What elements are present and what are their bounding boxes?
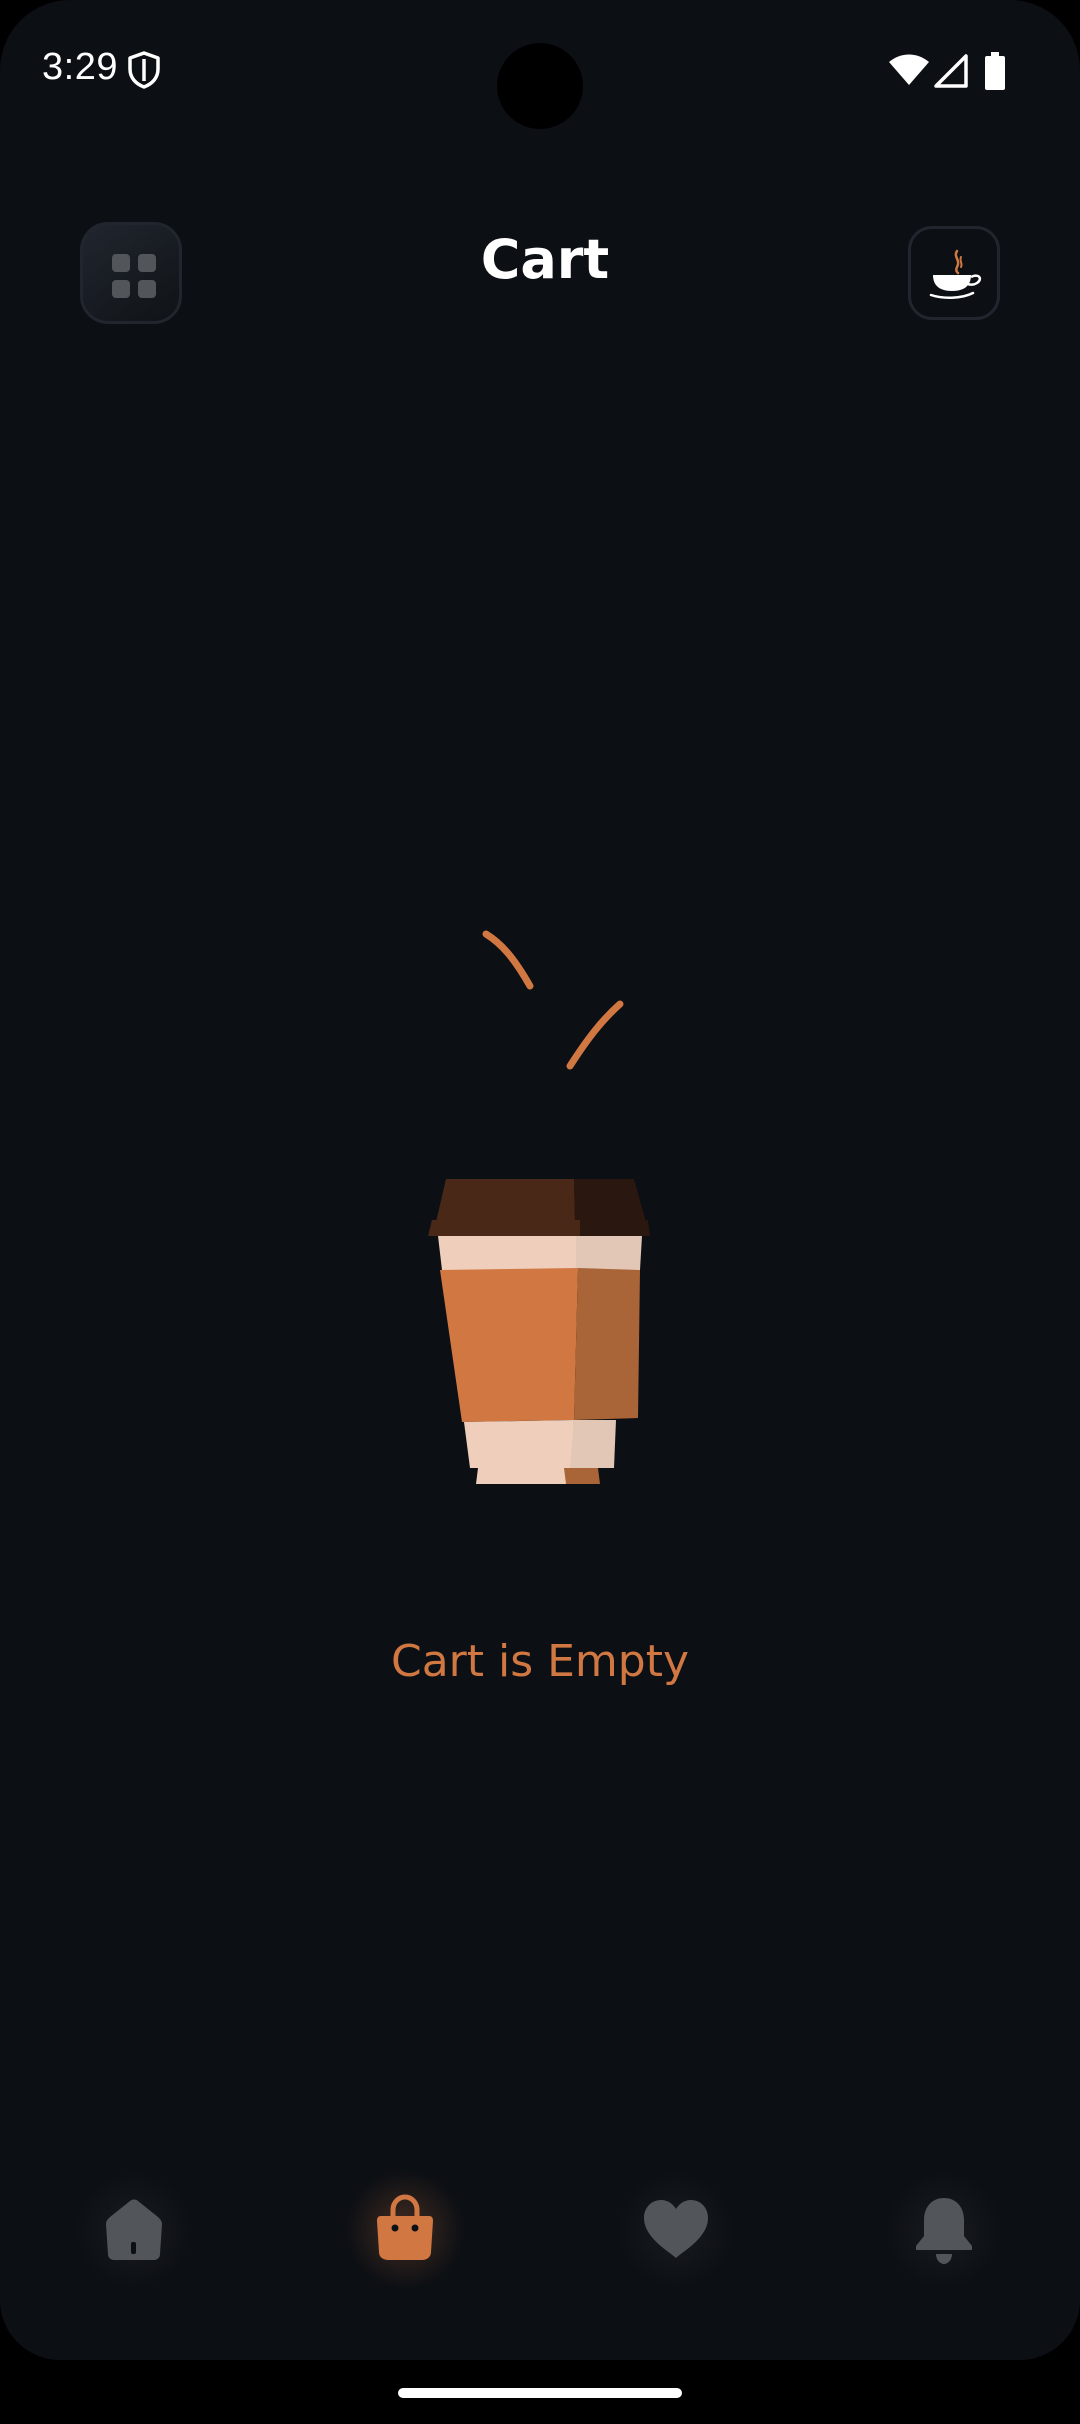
battery-icon <box>985 52 1005 90</box>
nav-favorites[interactable] <box>596 2150 756 2350</box>
camera-cutout <box>497 43 583 129</box>
coffee-cup-illustration <box>428 930 650 1484</box>
shield-icon <box>128 51 160 89</box>
status-time: 3:29 <box>42 46 118 88</box>
home-icon <box>106 2199 162 2260</box>
home-indicator[interactable] <box>398 2388 682 2398</box>
signal-icon <box>934 54 968 88</box>
cart-screen: 3:29 Cart Cart is Empty <box>0 0 1080 2360</box>
bell-icon <box>916 2198 972 2264</box>
bottom-navigation <box>0 2150 1080 2360</box>
status-bar: 3:29 <box>0 0 1080 140</box>
wifi-icon <box>889 54 929 85</box>
nav-notifications[interactable] <box>864 2150 1024 2350</box>
shopping-bag-icon <box>377 2194 433 2260</box>
empty-cart-message: Cart is Empty <box>390 1636 690 1687</box>
nav-home[interactable] <box>54 2150 214 2350</box>
coffee-cup-logo-icon <box>929 249 982 299</box>
heart-icon <box>644 2200 708 2258</box>
nav-cart[interactable] <box>325 2150 485 2350</box>
profile-button[interactable] <box>908 226 1000 320</box>
